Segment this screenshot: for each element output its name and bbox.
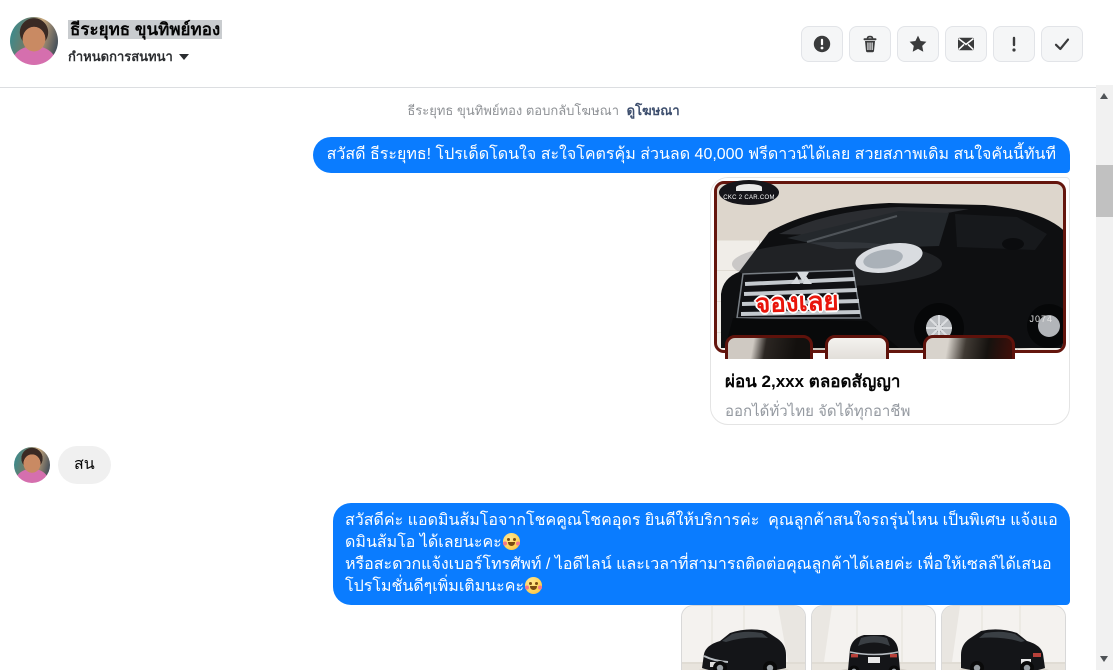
report-circle-icon (813, 35, 831, 53)
smiling-face-with-hearts-emoji (525, 577, 543, 594)
contact-name-row: ธีระยุทธ ขุนทิพย์ทอง (68, 19, 223, 41)
outgoing-greeting-message: สวัสดี ธีระยุทธ! โปรเด็ดโดนใจ สะใจโคตรคุ… (312, 137, 1070, 173)
mini-photo-seat (825, 335, 889, 359)
car-rear-right-photo (942, 606, 1065, 670)
vertical-scrollbar[interactable] (1096, 85, 1113, 670)
car-thumbnail-rear-right[interactable] (941, 605, 1066, 670)
car-rear-photo (812, 606, 935, 670)
chevron-down-icon (178, 53, 189, 60)
car-thumbnail-front[interactable] (681, 605, 806, 670)
car-ad-card[interactable]: J074 CKC 2 CAR.COM จองเลย ผ่อน 2,xxx ตลอ… (710, 177, 1070, 425)
mark-unread-envelope-icon (958, 37, 974, 51)
contact-meta: ธีระยุทธ ขุนทิพย์ทอง กำหนดการสนทนา (68, 19, 223, 67)
book-now-badge: จองเลย (754, 285, 840, 319)
mark-done-check-icon (1054, 38, 1070, 51)
mark-done-button[interactable] (1041, 26, 1083, 62)
delete-button[interactable] (849, 26, 891, 62)
star-icon (909, 35, 927, 52)
scroll-up-arrow[interactable] (1100, 93, 1108, 99)
messenger-conversation-window: ธีระยุทธ ขุนทิพย์ทอง กำหนดการสนทนา ธีระย… (0, 0, 1113, 670)
ad-card-body: ผ่อน 2,xxx ตลอดสัญญา ออกได้ทั่วไทย จัดได… (711, 359, 1069, 424)
contact-name: ธีระยุทธ ขุนทิพย์ทอง (68, 20, 223, 39)
photo-stock-code: J074 (1029, 314, 1053, 324)
report-button[interactable] (801, 26, 843, 62)
smiling-face-with-hearts-emoji (502, 533, 520, 550)
scrollbar-thumb[interactable] (1096, 165, 1113, 217)
mini-photo-interior (725, 335, 813, 359)
car-front-left-photo (682, 606, 805, 670)
contact-avatar-small (14, 447, 50, 483)
view-ad-link[interactable]: ดูโฆษณา (627, 103, 680, 118)
mini-photo-dashboard (923, 335, 1015, 359)
black-sedan-photo (721, 203, 1063, 350)
important-exclamation-icon (1012, 36, 1016, 52)
mark-unread-button[interactable] (945, 26, 987, 62)
contact-avatar (10, 17, 58, 65)
dealer-logo: CKC 2 CAR.COM (719, 180, 779, 205)
ad-reply-notice: ธีระยุทธ ขุนทิพย์ทอง ตอบกลับโฆษณา ดูโฆษณ… (0, 100, 1087, 121)
ad-card-subtitle: ออกได้ทั่วไทย จัดได้ทุกอาชีพ (725, 403, 911, 420)
star-button[interactable] (897, 26, 939, 62)
conversation-label-dropdown[interactable]: กำหนดการสนทนา (68, 46, 222, 67)
header-action-toolbar (801, 26, 1083, 62)
car-photo-attachments (681, 605, 1066, 670)
car-photo-collage: J074 CKC 2 CAR.COM จองเลย (711, 178, 1069, 359)
showroom-scene: J074 (714, 181, 1066, 353)
trash-icon (863, 35, 877, 53)
ad-card-title: ผ่อน 2,xxx ตลอดสัญญา (725, 372, 901, 391)
scroll-down-arrow[interactable] (1100, 656, 1108, 662)
incoming-message: สน (58, 446, 111, 484)
notice-text: ธีระยุทธ ขุนทิพย์ทอง ตอบกลับโฆษณา (407, 103, 619, 118)
message-thread: ธีระยุทธ ขุนทิพย์ทอง ตอบกลับโฆษณา ดูโฆษณ… (0, 89, 1087, 670)
conversation-header: ธีระยุทธ ขุนทิพย์ทอง กำหนดการสนทนา (0, 0, 1113, 88)
conversation-label: กำหนดการสนทนา (68, 49, 173, 64)
incoming-message-row: สน (14, 446, 111, 484)
outgoing-admin-message: สวัสดีค่ะ แอดมินส้มโอจากโชคคูณโชคอุดร ยิ… (333, 503, 1070, 605)
car-thumbnail-rear[interactable] (811, 605, 936, 670)
mark-important-button[interactable] (993, 26, 1035, 62)
